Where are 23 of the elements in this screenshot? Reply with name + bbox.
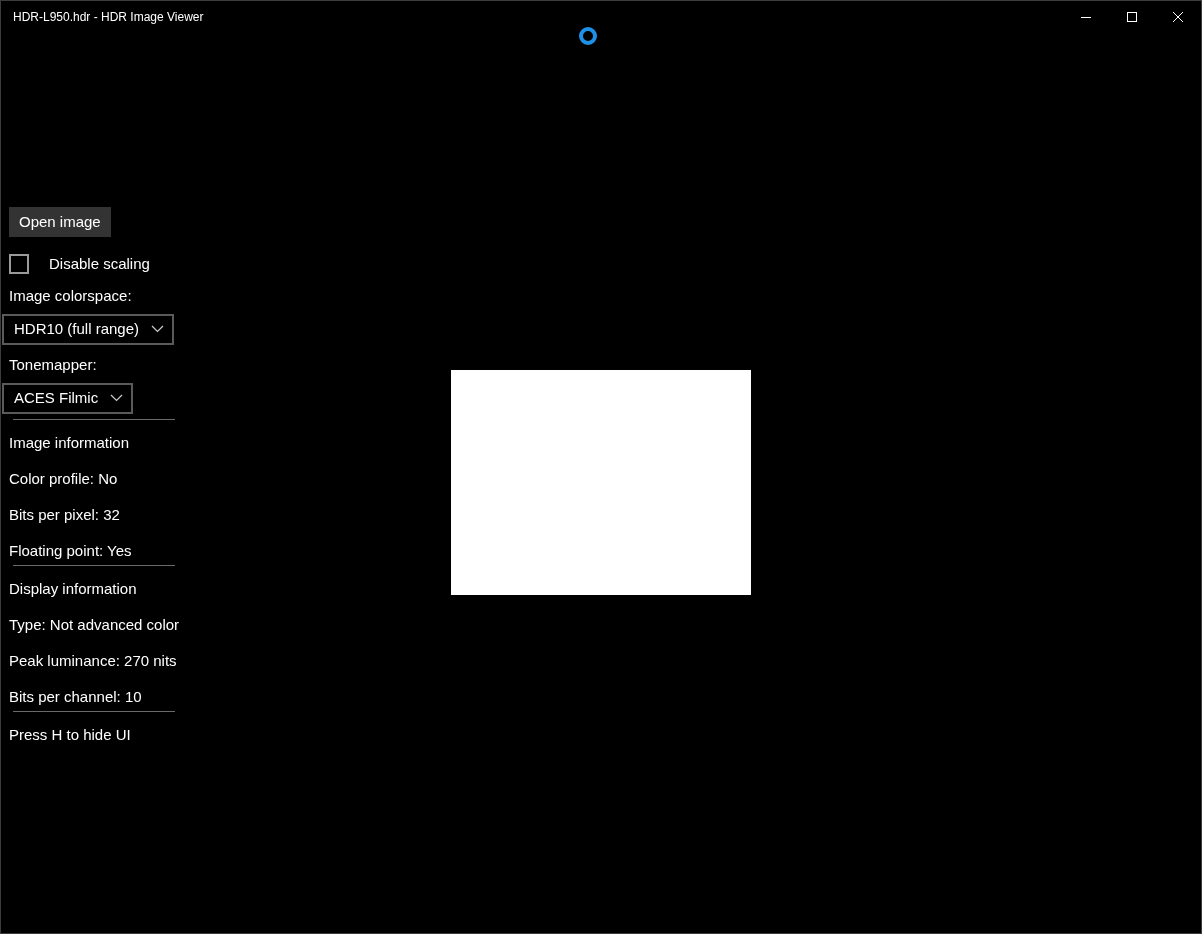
checkbox-label: Disable scaling <box>49 254 150 274</box>
open-image-button[interactable]: Open image <box>9 207 111 237</box>
info-text: Image information <box>9 432 131 452</box>
info-text: Floating point: Yes <box>9 540 133 560</box>
loading-spinner-icon <box>578 26 598 46</box>
dropdown[interactable]: HDR10 (full range) <box>2 313 175 345</box>
info-text: Display information <box>9 578 138 598</box>
info-text: Press H to hide UI <box>9 724 132 744</box>
maximize-icon <box>1127 12 1137 22</box>
chevron-down-icon <box>110 394 124 402</box>
chevron-down-icon <box>151 325 165 333</box>
minimize-icon <box>1081 16 1091 18</box>
close-icon <box>1173 12 1183 22</box>
info-text: Bits per channel: 10 <box>9 686 143 706</box>
info-text: Type: Not advanced color <box>9 614 181 634</box>
info-text: Bits per pixel: 32 <box>9 504 121 524</box>
info-text: Color profile: No <box>9 468 119 488</box>
checkbox[interactable] <box>9 254 29 275</box>
info-text: Peak luminance: 270 nits <box>9 650 178 670</box>
field-label: Image colorspace: <box>9 285 133 305</box>
window-title: HDR-L950.hdr - HDR Image Viewer <box>13 9 204 26</box>
dropdown[interactable]: ACES Filmic <box>2 382 134 414</box>
field-label: Tonemapper: <box>9 354 98 374</box>
